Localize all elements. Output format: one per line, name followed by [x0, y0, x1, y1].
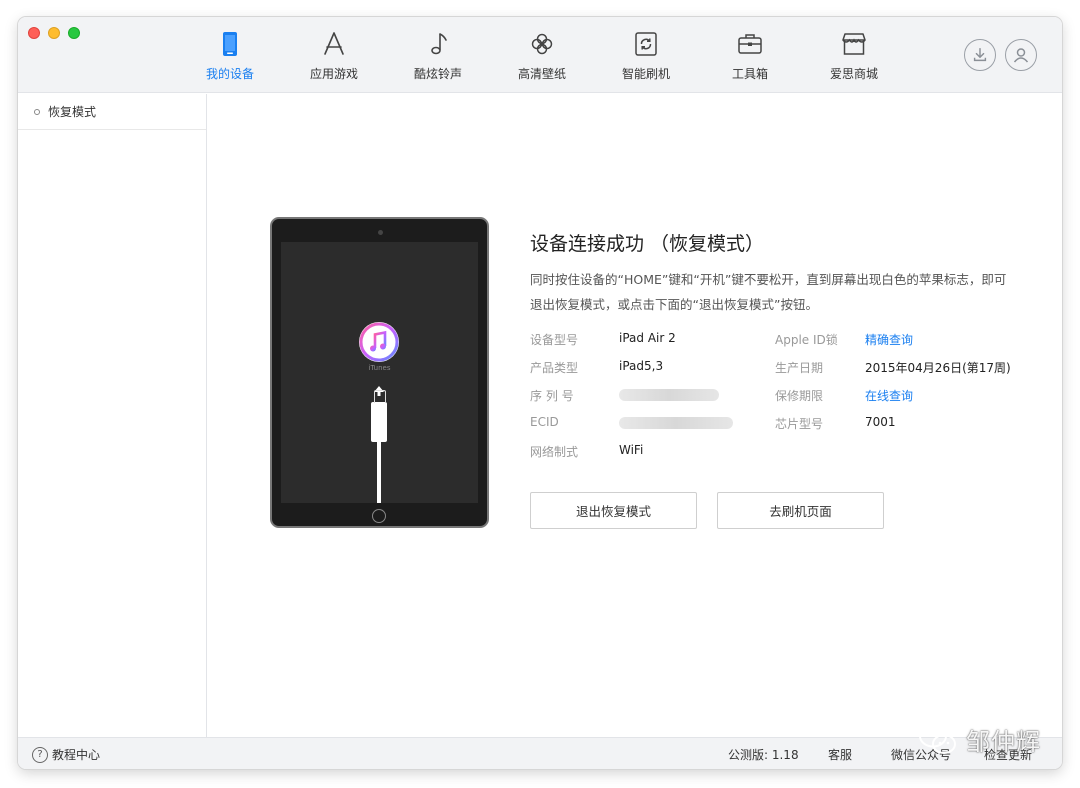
- status-bar: ? 教程中心 公测版: 1.18 客服 微信公众号 检查更新: [18, 737, 1062, 769]
- download-icon: [973, 47, 987, 62]
- nav-label: 高清壁纸: [517, 67, 566, 81]
- spec-label: 生产日期: [775, 361, 824, 375]
- bullet-icon: [34, 108, 40, 115]
- watermark: 邹仲辉: [918, 722, 1041, 757]
- nav-label: 我的设备: [205, 67, 254, 81]
- ipad-screen: iTunes: [281, 242, 478, 503]
- close-window-button[interactable]: [28, 27, 40, 39]
- nav-label: 爱思商城: [829, 67, 878, 81]
- support-link[interactable]: 客服: [828, 746, 852, 763]
- maximize-window-button[interactable]: [68, 27, 80, 39]
- window-controls: [28, 27, 80, 39]
- warranty-query-link[interactable]: 在线查询: [865, 387, 913, 404]
- main-content: iTunes 设备连接成功 （恢复模式） 同时按住设备的“HOME”键和“开机”…: [208, 94, 1062, 737]
- itunes-icon: [359, 322, 399, 362]
- camera-icon: [378, 230, 383, 235]
- app-window: 我的设备 应用游戏 酷炫铃声 高清壁纸 智能刷机 工具箱 爱思商城 恢复模式 i…: [18, 17, 1062, 769]
- wechat-icon: [919, 724, 956, 754]
- sidebar-item-recovery-mode[interactable]: 恢复模式: [18, 94, 206, 130]
- toolbar: 我的设备 应用游戏 酷炫铃声 高清壁纸 智能刷机 工具箱 爱思商城: [18, 17, 1062, 93]
- home-button-icon: [372, 509, 386, 523]
- music-note-icon: [431, 33, 447, 55]
- spec-label: 设备型号: [530, 333, 579, 347]
- spec-label: 保修期限: [775, 389, 824, 403]
- spec-label: 序 列 号: [530, 389, 574, 403]
- nav-toolbox[interactable]: 工具箱: [698, 31, 802, 87]
- serial-number-redacted: [619, 389, 719, 401]
- store-icon: [842, 33, 866, 55]
- download-button[interactable]: [964, 39, 996, 71]
- nav-ringtones[interactable]: 酷炫铃声: [386, 31, 490, 87]
- nav-label: 工具箱: [731, 67, 768, 81]
- nav-store[interactable]: 爱思商城: [802, 31, 906, 87]
- ipad-illustration: iTunes: [270, 217, 489, 528]
- exit-recovery-button[interactable]: 退出恢复模式: [530, 492, 697, 529]
- nav-my-device[interactable]: 我的设备: [178, 31, 282, 87]
- lightning-cable-icon: [371, 390, 387, 442]
- itunes-label: iTunes: [368, 364, 391, 372]
- nav-apps-games[interactable]: 应用游戏: [282, 31, 386, 87]
- goto-flash-button[interactable]: 去刷机页面: [717, 492, 884, 529]
- user-account-button[interactable]: [1005, 39, 1037, 71]
- production-date-value: 2015年04月26日(第17周): [865, 361, 1011, 375]
- question-icon: ?: [32, 746, 48, 763]
- sidebar-item-label: 恢复模式: [48, 105, 97, 119]
- minimize-window-button[interactable]: [48, 27, 60, 39]
- tablet-icon: [223, 32, 237, 56]
- watermark-text: 邹仲辉: [966, 728, 1041, 756]
- version-label: 公测版: 1.18: [728, 748, 799, 762]
- spec-label: 产品类型: [530, 361, 579, 375]
- recovery-instructions: 同时按住设备的“HOME”键和“开机”键不要松开，直到屏幕出现白色的苹果标志，即…: [530, 272, 1007, 312]
- chip-model-value: 7001: [865, 415, 896, 429]
- network-type-value: WiFi: [619, 443, 644, 457]
- user-icon: [1013, 48, 1029, 63]
- nav-label: 智能刷机: [621, 67, 670, 81]
- nav-label: 酷炫铃声: [413, 67, 462, 81]
- flower-icon: [531, 33, 553, 55]
- nav-wallpapers[interactable]: 高清壁纸: [490, 31, 594, 87]
- help-center-label: 教程中心: [52, 748, 101, 762]
- nav-smart-flash[interactable]: 智能刷机: [594, 31, 698, 87]
- cable-wire: [377, 442, 381, 503]
- connection-status-title: 设备连接成功 （恢复模式）: [530, 233, 765, 255]
- ecid-redacted: [619, 417, 733, 429]
- refresh-device-icon: [635, 32, 657, 56]
- toolbox-icon: [738, 34, 762, 54]
- product-type-value: iPad5,3: [619, 359, 664, 373]
- spec-label: 网络制式: [530, 445, 579, 459]
- app-store-icon: [324, 32, 344, 55]
- apple-id-lock-query-link[interactable]: 精确查询: [865, 331, 913, 348]
- spec-label: ECID: [530, 415, 559, 429]
- help-center-link[interactable]: ? 教程中心: [32, 746, 100, 763]
- nav-label: 应用游戏: [309, 67, 358, 81]
- spec-label: 芯片型号: [775, 417, 824, 431]
- device-model-value: iPad Air 2: [619, 331, 676, 345]
- spec-label: Apple ID锁: [775, 333, 838, 347]
- sidebar: 恢复模式: [18, 94, 207, 737]
